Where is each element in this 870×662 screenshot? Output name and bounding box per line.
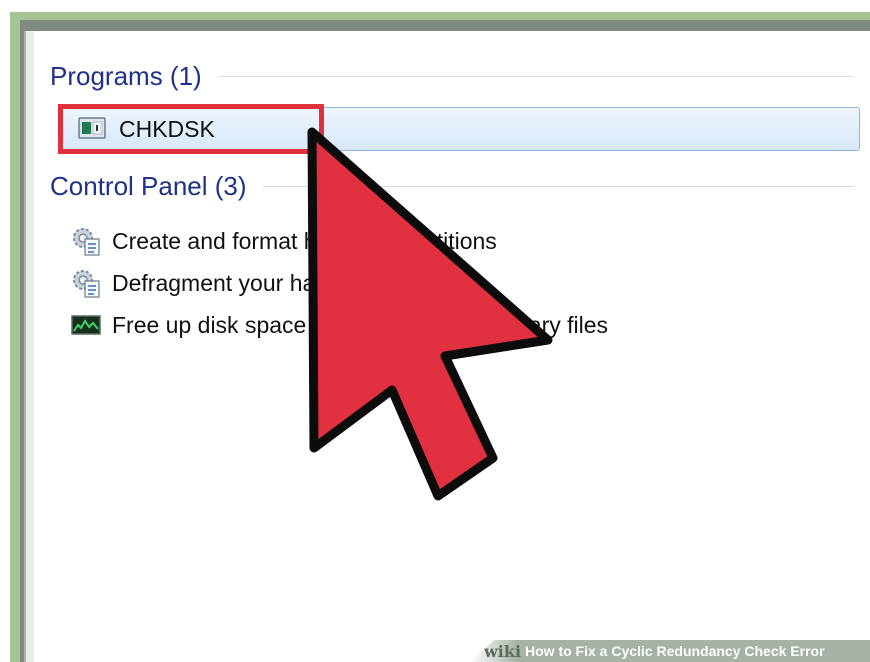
watermark: wiki How to Fix a Cyclic Redundancy Chec… xyxy=(470,640,870,662)
watermark-brand: wiki xyxy=(484,641,522,661)
control-panel-item-label: Defragment your hard drive xyxy=(112,269,392,296)
control-panel-item-free-disk-space[interactable]: Free up disk space by deleting unnecessa… xyxy=(70,305,608,345)
control-panel-section-header: Control Panel (3) xyxy=(50,170,854,202)
program-item-label: CHKDSK xyxy=(119,115,215,142)
control-panel-item-partitions[interactable]: Create and format hard disk partitions xyxy=(70,221,497,261)
control-panel-item-label: Free up disk space by deleting unnecessa… xyxy=(112,311,609,338)
watermark-text: How to Fix a Cyclic Redundancy Check Err… xyxy=(525,643,825,659)
control-panel-item-defragment[interactable]: Defragment your hard drive xyxy=(70,263,392,303)
section-divider xyxy=(217,75,854,77)
control-panel-settings-icon xyxy=(70,225,102,257)
disk-cleanup-icon xyxy=(70,309,102,341)
chkdsk-app-icon xyxy=(77,113,109,145)
control-panel-section-title: Control Panel (3) xyxy=(50,170,247,201)
programs-section-header: Programs (1) xyxy=(50,60,854,92)
control-panel-item-label: Create and format hard disk partitions xyxy=(112,227,497,254)
programs-section-title: Programs (1) xyxy=(50,60,202,91)
section-divider xyxy=(262,185,854,187)
program-item-chkdsk[interactable]: CHKDSK xyxy=(62,107,860,151)
control-panel-settings-icon xyxy=(70,267,102,299)
